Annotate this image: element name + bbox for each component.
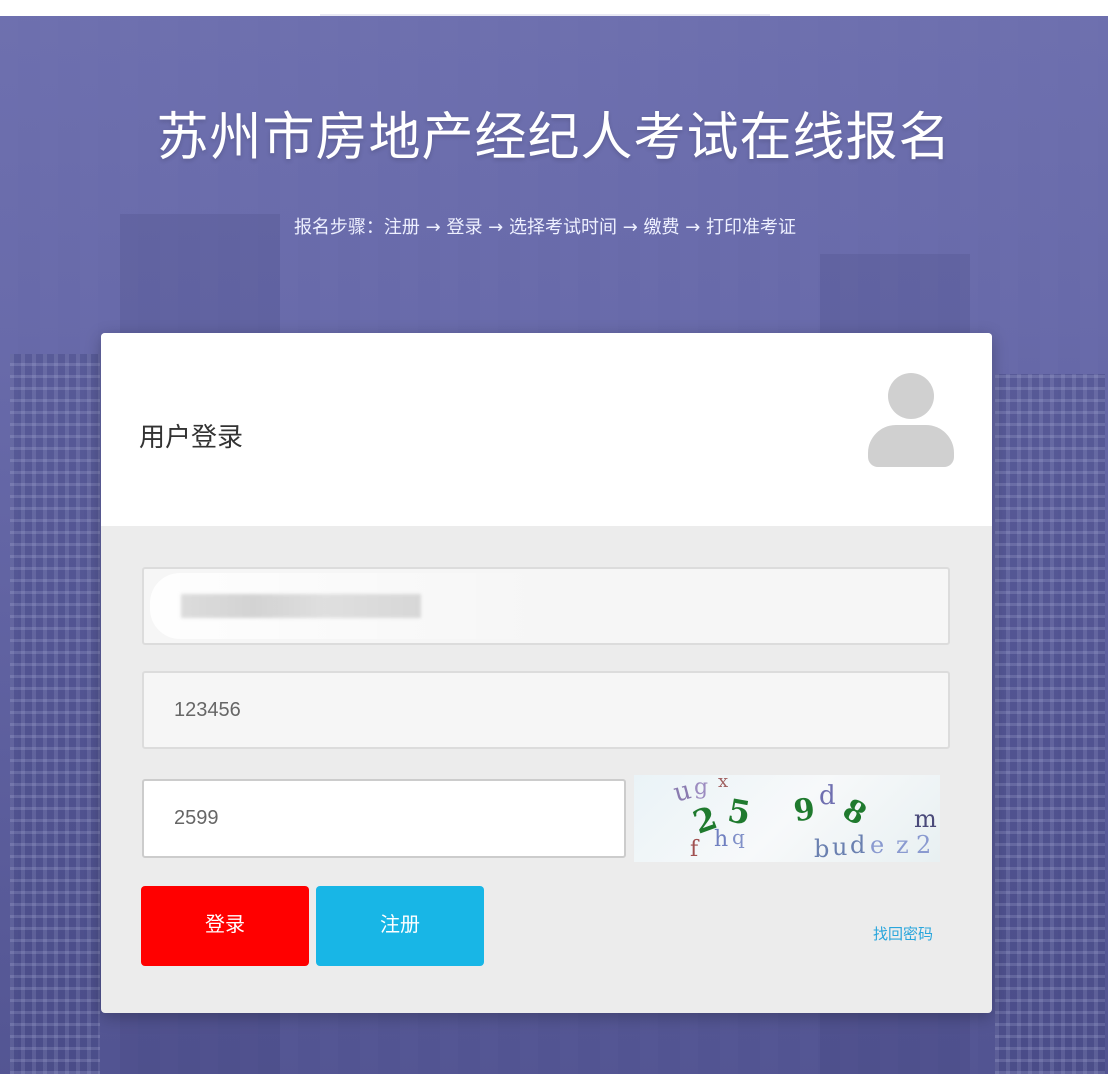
captcha-noise-char: u bbox=[832, 833, 848, 861]
captcha-image[interactable]: u g x d m h q f b u d e z 2 2 5 9 8 bbox=[634, 775, 940, 862]
captcha-noise-char: e bbox=[870, 831, 885, 859]
captcha-noise-char: x bbox=[718, 775, 729, 792]
page-title: 苏州市房地产经纪人考试在线报名 bbox=[156, 108, 952, 168]
registration-steps: 报名步骤：注册 → 登录 → 选择考试时间 → 缴费 → 打印准考证 bbox=[293, 217, 797, 238]
forgot-password-link[interactable]: 找回密码 bbox=[873, 923, 933, 944]
captcha-noise-char: m bbox=[914, 805, 937, 833]
username-input[interactable] bbox=[142, 567, 950, 645]
captcha-noise-char: g bbox=[694, 775, 709, 800]
building-silhouette bbox=[10, 354, 100, 1074]
username-redacted bbox=[181, 594, 421, 618]
building-silhouette bbox=[995, 374, 1105, 1074]
captcha-noise-char: d bbox=[819, 781, 836, 811]
captcha-char: 9 bbox=[791, 791, 818, 830]
avatar-body bbox=[868, 425, 954, 467]
login-title: 用户登录 bbox=[139, 423, 244, 453]
captcha-noise-char: d bbox=[850, 831, 866, 859]
captcha-noise-char: z bbox=[896, 831, 909, 859]
user-silhouette-icon bbox=[868, 373, 954, 469]
captcha-input[interactable]: 2599 bbox=[142, 779, 626, 858]
avatar-head bbox=[888, 373, 934, 419]
captcha-noise-char: 2 bbox=[916, 831, 932, 859]
captcha-char: 5 bbox=[724, 791, 754, 833]
register-button[interactable]: 注册 bbox=[316, 886, 484, 966]
login-card: 用户登录 123456 2599 u g x d m h q f b u d e… bbox=[101, 333, 992, 1013]
login-button[interactable]: 登录 bbox=[141, 886, 309, 966]
captcha-noise-char: b bbox=[814, 835, 830, 862]
top-tab-notch bbox=[320, 14, 770, 16]
captcha-char: 2 bbox=[688, 798, 723, 842]
password-input[interactable]: 123456 bbox=[142, 671, 950, 749]
captcha-char: 8 bbox=[836, 792, 873, 833]
captcha-noise-char: f bbox=[690, 837, 699, 862]
login-card-header: 用户登录 bbox=[101, 333, 992, 526]
